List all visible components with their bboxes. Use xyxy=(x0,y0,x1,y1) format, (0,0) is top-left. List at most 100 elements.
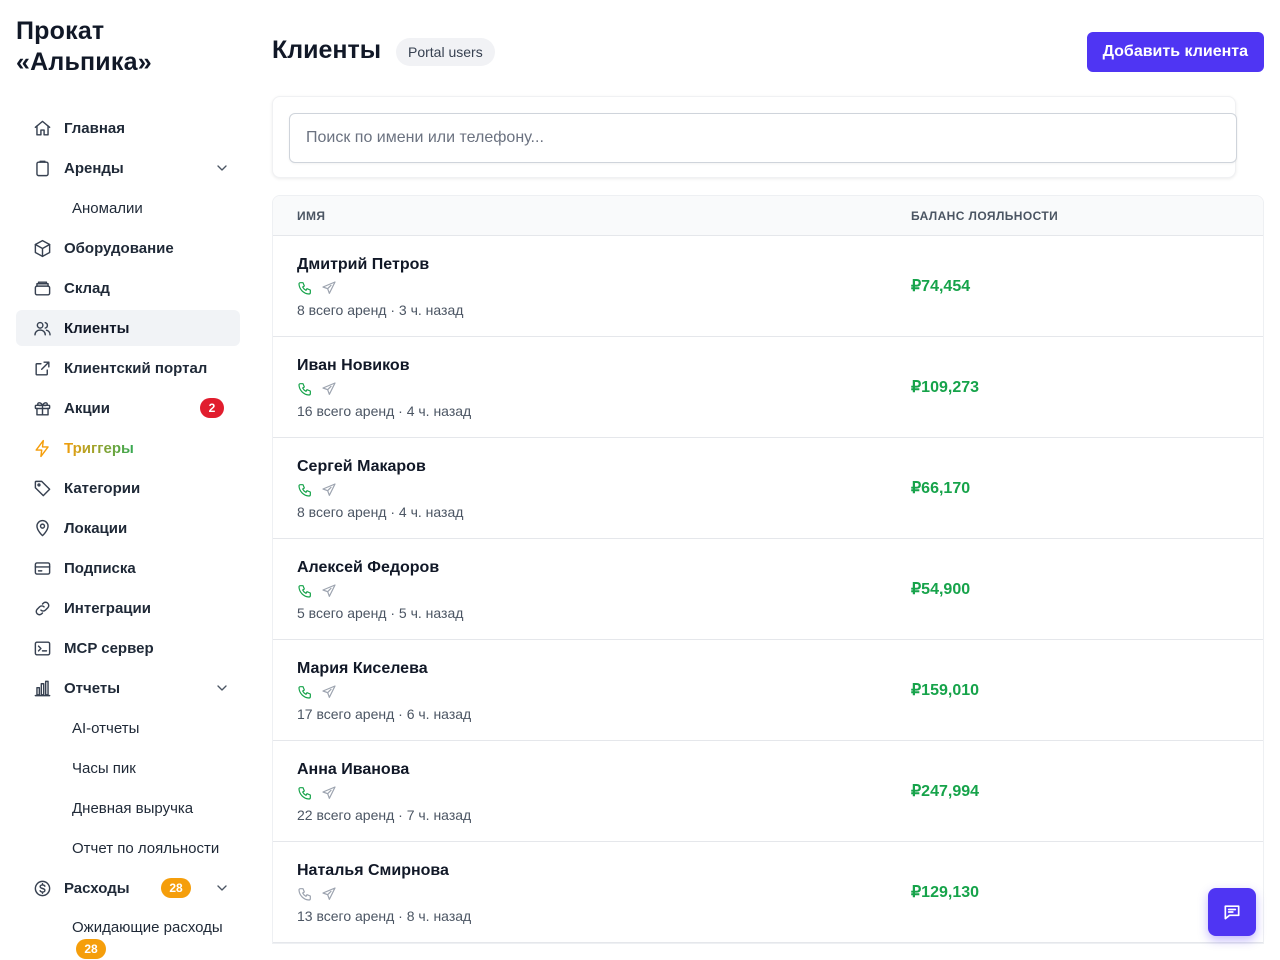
client-name[interactable]: Иван Новиков xyxy=(297,357,410,375)
client-name[interactable]: Мария Киселева xyxy=(297,660,428,678)
client-name[interactable]: Дмитрий Петров xyxy=(297,256,429,274)
client-meta: 8 всего аренд · 4 ч. назад xyxy=(297,504,464,520)
telegram-icon[interactable] xyxy=(321,583,337,599)
telegram-icon[interactable] xyxy=(321,381,337,397)
sidebar-item-rentals[interactable]: Аренды xyxy=(16,150,240,186)
page-title: Клиенты xyxy=(272,36,382,64)
sidebar-item-label: Отчеты xyxy=(64,679,121,697)
chevron-down-icon[interactable] xyxy=(214,680,230,696)
sidebar-item-label: Интеграции xyxy=(64,599,151,617)
tag-icon xyxy=(32,478,52,498)
client-name[interactable]: Анна Иванова xyxy=(297,761,409,779)
sidebar-item-home[interactable]: Главная xyxy=(16,110,240,146)
sidebar-item-label: Акции xyxy=(64,399,111,417)
search-input[interactable] xyxy=(289,113,1237,163)
table-row[interactable]: Сергей Макаров 8 всего аренд · 4 ч. назад… xyxy=(273,438,1263,539)
sidebar-item-warehouse[interactable]: Склад xyxy=(16,270,240,306)
sidebar-item-ai-reports[interactable]: AI-отчеты xyxy=(16,710,240,746)
sidebar-item-label: AI-отчеты xyxy=(72,719,140,737)
contact-icons xyxy=(297,280,337,296)
table-row[interactable]: Дмитрий Петров 8 всего аренд · 3 ч. назад… xyxy=(273,236,1263,337)
brand-line-1: Прокат xyxy=(16,17,105,45)
sidebar-item-label: Дневная выручка xyxy=(72,799,194,817)
sidebar-item-categories[interactable]: Категории xyxy=(16,470,240,506)
sidebar-item-loyalty-report[interactable]: Отчет по лояльности xyxy=(16,830,240,866)
loyalty-balance: ₽66,170 xyxy=(911,480,971,497)
column-header-loyalty-balance[interactable]: БАЛАНС ЛОЯЛЬНОСТИ xyxy=(911,209,1058,223)
table-row[interactable]: Анна Иванова 22 всего аренд · 7 ч. назад ₽… xyxy=(273,741,1263,842)
sidebar-item-client-portal[interactable]: Клиентский портал xyxy=(16,350,240,386)
terminal-icon xyxy=(32,638,52,658)
link-icon xyxy=(32,598,52,618)
table-row[interactable]: Иван Новиков 16 всего аренд · 4 ч. назад ₽… xyxy=(273,337,1263,438)
sidebar-item-daily-revenue[interactable]: Дневная выручка xyxy=(16,790,240,826)
sidebar-item-promotions[interactable]: Акции 2 xyxy=(16,390,240,426)
chevron-down-icon[interactable] xyxy=(214,880,230,896)
external-link-icon xyxy=(32,358,52,378)
telegram-icon[interactable] xyxy=(321,785,337,801)
telegram-icon[interactable] xyxy=(321,280,337,296)
sidebar-item-peak-hours[interactable]: Часы пик xyxy=(16,750,240,786)
chat-button[interactable] xyxy=(1208,888,1256,936)
sidebar-item-pending-expenses[interactable]: Ожидающие расходы 28 xyxy=(16,910,240,959)
chevron-down-icon[interactable] xyxy=(214,160,230,176)
phone-icon[interactable] xyxy=(297,482,313,498)
phone-icon[interactable] xyxy=(297,684,313,700)
client-meta: 13 всего аренд · 8 ч. назад xyxy=(297,908,472,924)
contact-icons xyxy=(297,482,337,498)
contact-icons xyxy=(297,583,337,599)
main-content: Клиенты Portal users Добавить клиента ИМ… xyxy=(272,0,1264,960)
loyalty-balance: ₽129,130 xyxy=(911,884,980,901)
client-name[interactable]: Алексей Федоров xyxy=(297,559,439,577)
client-meta: 8 всего аренд · 3 ч. назад xyxy=(297,302,464,318)
sidebar-item-expenses[interactable]: Расходы 28 xyxy=(16,870,240,906)
brand-logo[interactable]: Прокат «Альпика» xyxy=(16,16,152,78)
search-card xyxy=(272,96,1237,178)
loyalty-balance: ₽74,454 xyxy=(911,278,971,295)
bar-chart-icon xyxy=(32,678,52,698)
client-name[interactable]: Наталья Смирнова xyxy=(297,862,449,880)
telegram-icon[interactable] xyxy=(321,482,337,498)
phone-icon[interactable] xyxy=(297,280,313,296)
client-name[interactable]: Сергей Макаров xyxy=(297,458,426,476)
sidebar-item-label: Склад xyxy=(64,279,110,297)
sidebar-item-subscription[interactable]: Подписка xyxy=(16,550,240,586)
sidebar-item-label: Аномалии xyxy=(72,199,143,217)
column-header-name[interactable]: ИМЯ xyxy=(297,209,325,223)
phone-icon[interactable] xyxy=(297,785,313,801)
sidebar-item-triggers[interactable]: Триггеры xyxy=(16,430,240,466)
table-row[interactable]: Наталья Смирнова 13 всего аренд · 8 ч. на… xyxy=(273,842,1263,943)
sidebar-item-equipment[interactable]: Оборудование xyxy=(16,230,240,266)
table-row[interactable]: Алексей Федоров 5 всего аренд · 5 ч. наза… xyxy=(273,539,1263,640)
sidebar-item-anomalies[interactable]: Аномалии xyxy=(16,190,240,226)
clients-table: ИМЯ БАЛАНС ЛОЯЛЬНОСТИ Дмитрий Петров 8 вс… xyxy=(272,195,1264,944)
client-meta: 16 всего аренд · 4 ч. назад xyxy=(297,403,472,419)
sidebar-item-label: Категории xyxy=(64,479,141,497)
chat-icon xyxy=(1224,905,1240,920)
pending-expenses-count-badge: 28 xyxy=(76,939,106,959)
users-icon xyxy=(32,318,52,338)
expenses-count-badge: 28 xyxy=(161,878,191,898)
sidebar-item-clients[interactable]: Клиенты xyxy=(16,310,240,346)
gift-icon xyxy=(32,398,52,418)
phone-icon[interactable] xyxy=(297,886,313,902)
add-client-button[interactable]: Добавить клиента xyxy=(1086,32,1264,72)
sidebar-item-label: Локации xyxy=(64,519,128,537)
portal-users-pill[interactable]: Portal users xyxy=(396,38,495,66)
telegram-icon[interactable] xyxy=(321,886,337,902)
sidebar-item-mcp-server[interactable]: MCP сервер xyxy=(16,630,240,666)
sidebar-item-reports[interactable]: Отчеты xyxy=(16,670,240,706)
sidebar-item-label: Подписка xyxy=(64,559,136,577)
table-row[interactable]: Мария Киселева 17 всего аренд · 6 ч. наза… xyxy=(273,640,1263,741)
client-meta: 22 всего аренд · 7 ч. назад xyxy=(297,807,472,823)
sidebar-item-integrations[interactable]: Интеграции xyxy=(16,590,240,626)
telegram-icon[interactable] xyxy=(321,684,337,700)
sidebar-item-label: Расходы xyxy=(64,879,130,897)
phone-icon[interactable] xyxy=(297,381,313,397)
sidebar-item-label: Триггеры xyxy=(64,439,134,457)
clipboard-icon xyxy=(32,158,52,178)
sidebar-item-label: MCP сервер xyxy=(64,639,154,657)
sidebar-item-locations[interactable]: Локации xyxy=(16,510,240,546)
phone-icon[interactable] xyxy=(297,583,313,599)
archive-icon xyxy=(32,278,52,298)
